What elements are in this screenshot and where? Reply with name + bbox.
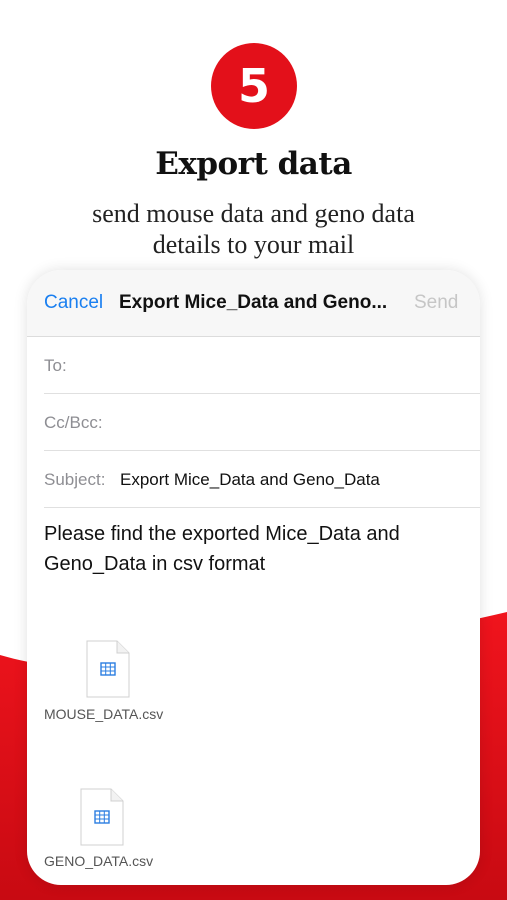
subject-field[interactable]: Subject: Export Mice_Data and Geno_Data [44,451,480,508]
send-button[interactable]: Send [414,292,458,314]
attachment-geno-data[interactable]: GENO_DATA.csv [44,788,244,885]
cancel-button[interactable]: Cancel [44,292,103,314]
spreadsheet-file-icon [86,640,130,698]
subject-value: Export Mice_Data and Geno_Data [120,470,380,489]
to-label: To: [44,356,67,375]
mail-body[interactable]: Please find the exported Mice_Data and G… [44,519,464,579]
step-number: 5 [237,59,270,113]
ccbcc-label: Cc/Bcc: [44,413,103,432]
ccbcc-field[interactable]: Cc/Bcc: [44,394,480,451]
page-title: Export data [155,146,352,182]
mail-header: Cancel Export Mice_Data and Geno... Send [27,270,480,337]
attachment-name: MOUSE_DATA.csv [44,706,164,722]
spreadsheet-file-icon [80,788,124,846]
mail-title: Export Mice_Data and Geno... [119,292,388,313]
to-field[interactable]: To: [44,337,480,394]
attachment-mouse-data[interactable]: MOUSE_DATA.csv [44,640,244,740]
mail-compose-card: Cancel Export Mice_Data and Geno... Send… [27,270,480,885]
subject-label: Subject: [44,470,106,489]
attachment-name: GENO_DATA.csv [44,853,154,869]
step-number-badge: 5 [211,43,297,129]
page-subtitle: send mouse data and geno data details to… [92,199,415,259]
